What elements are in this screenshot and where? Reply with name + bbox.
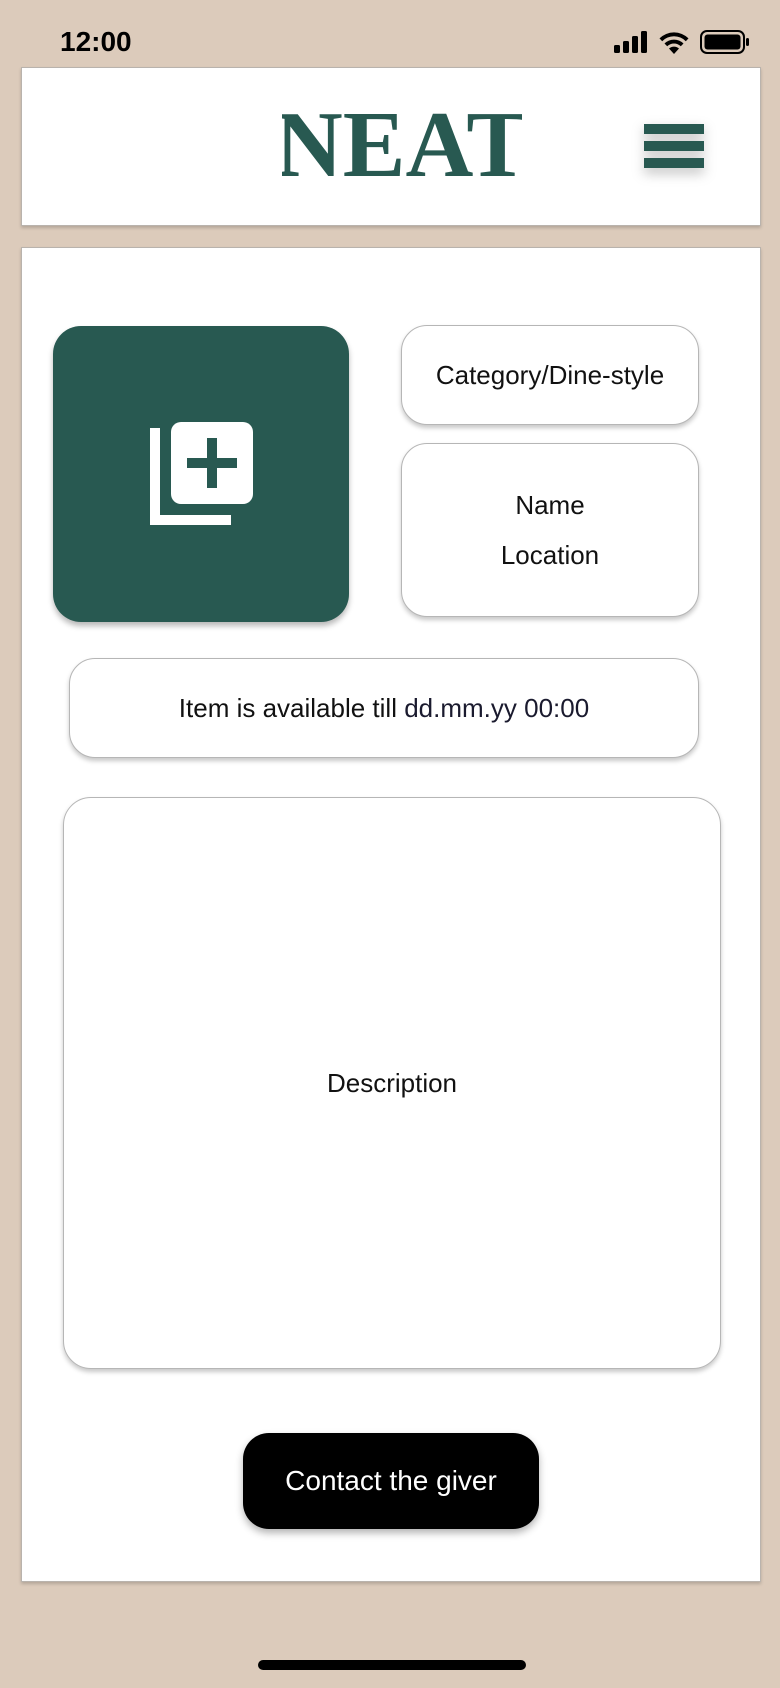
name-location-field[interactable]: Name Location bbox=[401, 443, 699, 617]
availability-prefix: Item is available till bbox=[178, 692, 397, 723]
location-label: Location bbox=[500, 540, 600, 570]
availability-text: Item is available till dd.mm.yy 00:00 bbox=[179, 693, 589, 724]
availability-date: dd.mm.yy 00:00 bbox=[404, 692, 590, 723]
add-photo-icon bbox=[150, 422, 253, 525]
wifi-icon bbox=[659, 32, 689, 54]
menu-bar bbox=[644, 158, 704, 168]
category-label: Category/Dine-style bbox=[435, 359, 665, 390]
contact-giver-button[interactable]: Contact the giver bbox=[243, 1433, 539, 1529]
status-bar: 12:00 bbox=[0, 0, 780, 66]
app-header: NEAT bbox=[21, 67, 761, 226]
home-indicator bbox=[258, 1660, 526, 1670]
add-photo-button[interactable] bbox=[53, 326, 349, 622]
availability-field[interactable]: Item is available till dd.mm.yy 00:00 bbox=[69, 658, 699, 758]
hamburger-menu-icon[interactable] bbox=[644, 124, 704, 168]
description-label: Description bbox=[326, 1067, 458, 1098]
cellular-signal-icon bbox=[614, 31, 647, 53]
status-icons bbox=[614, 30, 750, 54]
battery-icon bbox=[700, 30, 749, 54]
item-card: Category/Dine-style Name Location Item i… bbox=[21, 247, 761, 1582]
status-time: 12:00 bbox=[60, 26, 132, 57]
neat-logo: NEAT bbox=[282, 102, 522, 186]
menu-bar bbox=[644, 124, 704, 134]
svg-text:NEAT: NEAT bbox=[282, 102, 522, 186]
name-label: Name bbox=[515, 490, 585, 520]
description-field[interactable]: Description bbox=[63, 797, 721, 1369]
menu-bar bbox=[644, 141, 704, 151]
category-field[interactable]: Category/Dine-style bbox=[401, 325, 699, 425]
